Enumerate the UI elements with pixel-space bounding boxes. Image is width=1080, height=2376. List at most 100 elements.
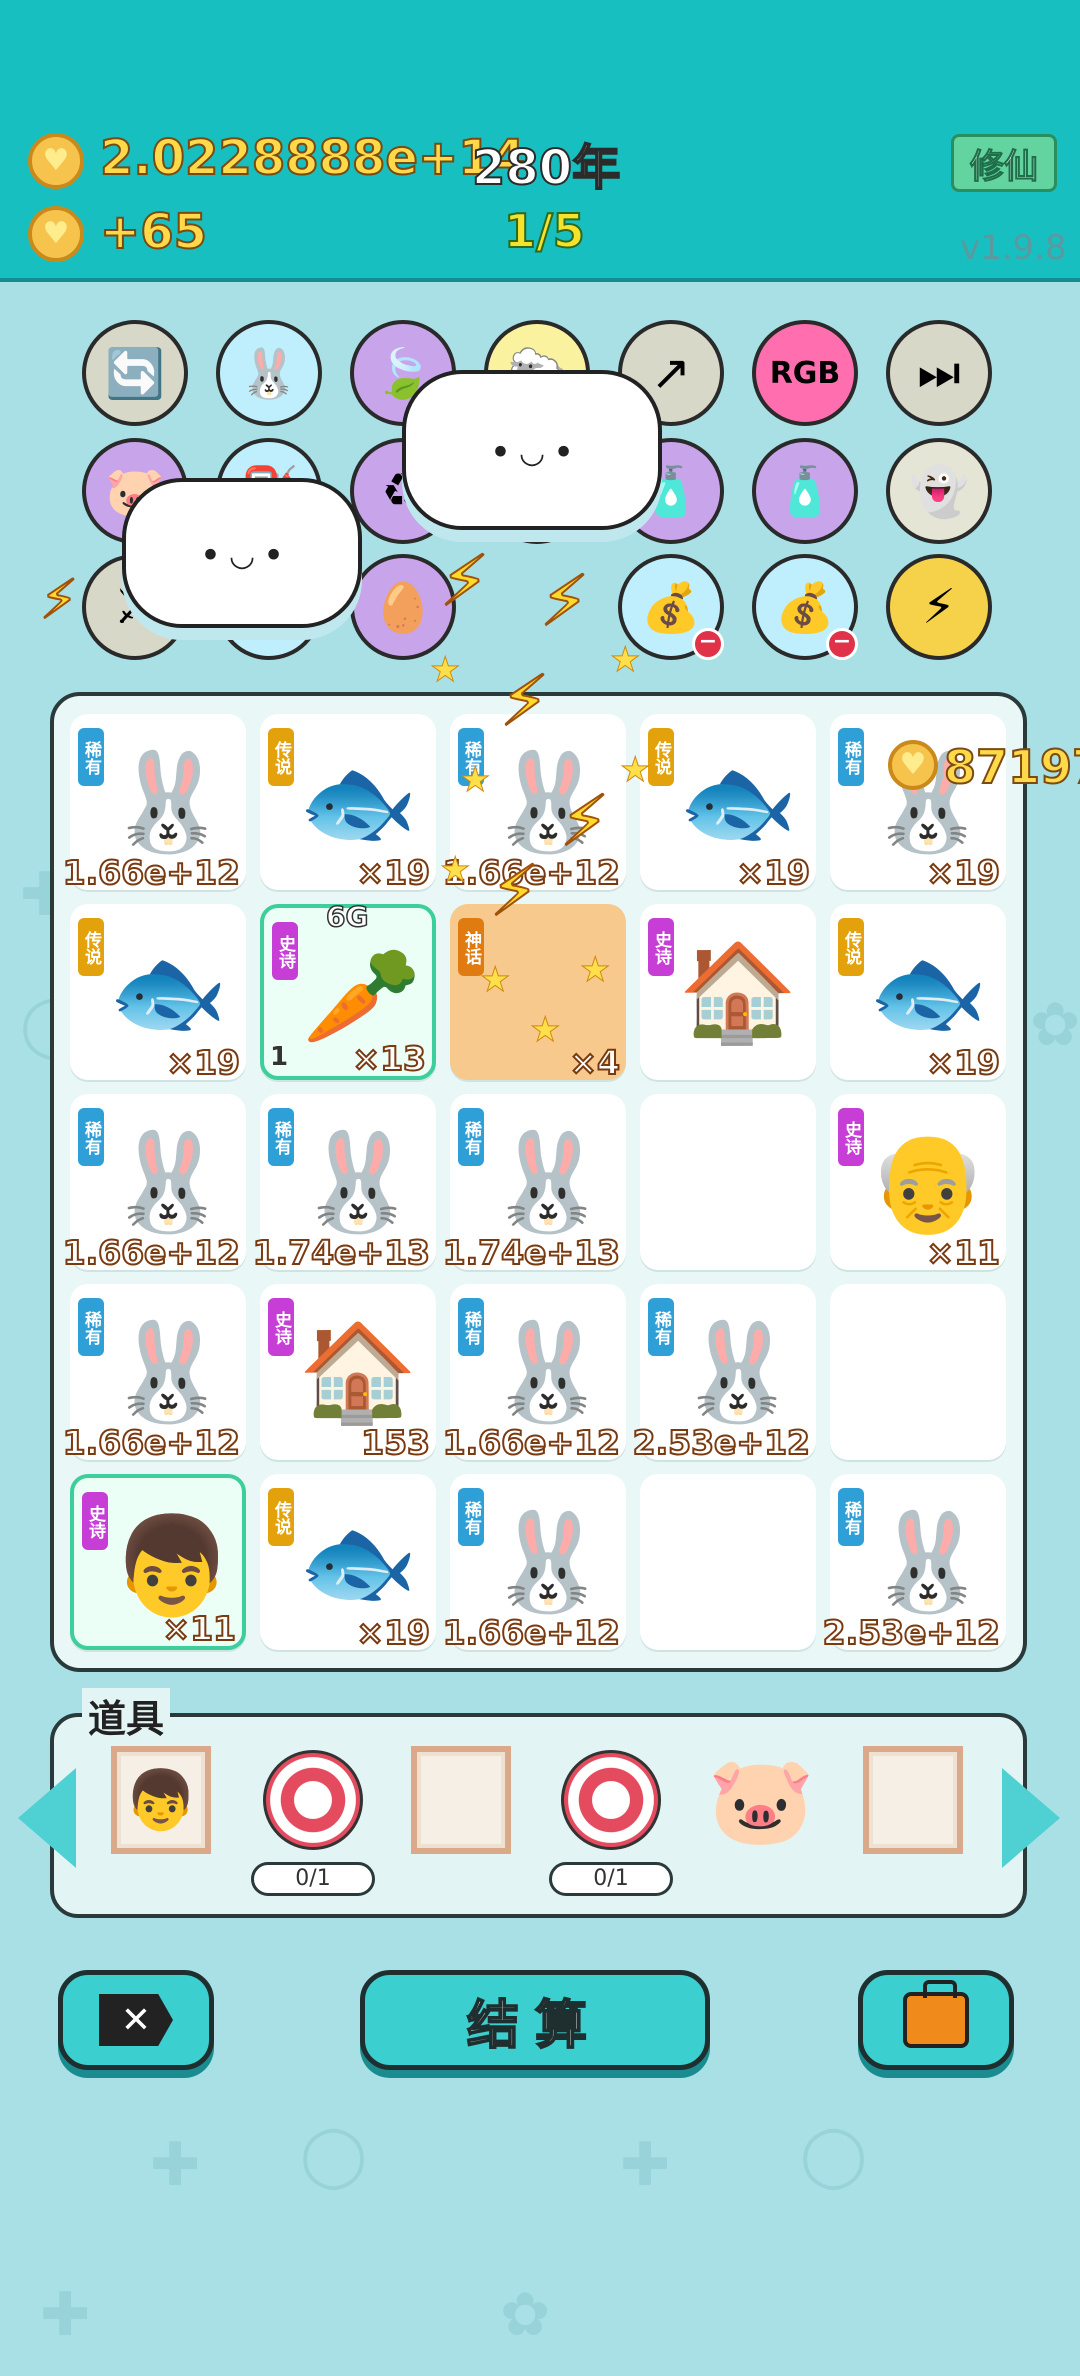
lightning-bolt-icon: ⚡ (439, 539, 490, 623)
board-cell[interactable]: 稀有 🐰 1.74e+13 (252, 1094, 436, 1273)
unit-count: ×19 (925, 1042, 1001, 1083)
rabbit-icon: 🐰 (239, 345, 299, 402)
income-rate: +65 (99, 203, 208, 261)
prop-item[interactable]: 👦 (106, 1745, 216, 1855)
lightning-bolt-icon: ⚡ (559, 779, 610, 863)
rarity-tag: 传说 (268, 728, 294, 786)
unit-count: ×19 (355, 852, 431, 893)
bg-circle-icon: ◯ (300, 2120, 368, 2190)
skill-bottle2-button[interactable]: 🧴 (752, 438, 858, 544)
unit-art-icon: 🐰 (108, 746, 228, 858)
board-cell[interactable]: 稀有 🐰 1.66e+12 (442, 1474, 626, 1653)
skill-ghost-button[interactable]: 👻 (886, 438, 992, 544)
rarity-tag: 传说 (648, 728, 674, 786)
skill-refresh-button[interactable]: 🔄 (82, 320, 188, 426)
board-cell[interactable]: 史诗 🏠 (640, 904, 816, 1080)
board-cell[interactable] (640, 1094, 816, 1270)
picture-frame-icon (411, 1746, 511, 1854)
prop-item[interactable]: 🐷 (706, 1745, 816, 1855)
skill-skip-button[interactable]: ⏭ (886, 320, 992, 426)
unit-count: ×4 (568, 1042, 621, 1083)
prop-item[interactable] (858, 1745, 968, 1855)
unit-art-icon: 🐰 (108, 1316, 228, 1428)
rarity-tag: 稀有 (78, 1298, 104, 1356)
board-cell[interactable]: 稀有 🐰 1.66e+12 (62, 1094, 246, 1273)
rarity-tag: 稀有 (648, 1298, 674, 1356)
board-cell[interactable]: 稀有 🐰 1.66e+12 (62, 1284, 246, 1463)
unit-count: ×11 (925, 1232, 1001, 1273)
settle-button[interactable]: 结算 (360, 1970, 710, 2070)
minus-badge-icon: − (692, 628, 724, 660)
star-icon: ★ (609, 640, 641, 681)
rarity-tag: 稀有 (838, 1488, 864, 1546)
board-cell[interactable]: 传说 🐟 ×19 (70, 904, 246, 1083)
prop-item[interactable]: 1 (258, 1745, 368, 1855)
star-icon: ★ (439, 850, 471, 891)
board-cell[interactable]: 史诗 🥕 6G 1 ×13 (260, 899, 436, 1080)
unit-count: ×13 (351, 1038, 427, 1079)
props-prev-arrow[interactable] (18, 1768, 76, 1868)
board-cell[interactable] (640, 1474, 816, 1650)
prop-item[interactable] (406, 1745, 516, 1855)
star-icon: ★ (579, 950, 611, 991)
unit-art-icon: 🏠 (678, 936, 798, 1048)
settle-label: 结算 (466, 1995, 603, 2057)
coin-total: 2.0228888e+14 (99, 129, 526, 187)
board-cell[interactable]: 稀有 🐰 1.66e+12 (62, 714, 246, 893)
skill-lightning-button[interactable]: ⚡ (886, 554, 992, 660)
target-icon: 6 (561, 1750, 661, 1850)
bg-flower-icon: ✿ (1030, 990, 1080, 1060)
unit-art-icon: 🐟 (108, 936, 228, 1048)
board-cell[interactable]: 传说 🐟 ×19 (260, 1474, 436, 1653)
board-cell[interactable]: 传说 🐟 ×19 (260, 714, 436, 893)
board-cell[interactable] (830, 1284, 1006, 1460)
board-cell[interactable]: 传说 🐟 ×19 (830, 904, 1006, 1083)
skill-bag-minus2-button[interactable]: 💰 − (752, 554, 858, 660)
unit-count: 1.66e+12 (442, 1422, 621, 1463)
rarity-tag: 稀有 (458, 1108, 484, 1166)
rarity-tag: 传说 (268, 1488, 294, 1546)
lightning-bolt-icon: ⚡ (539, 559, 590, 643)
board-cell[interactable]: 稀有 🐰 2.53e+12 (632, 1284, 816, 1463)
unit-art-icon: 🐰 (868, 1506, 988, 1618)
cultivation-button[interactable]: 修仙 (951, 134, 1057, 192)
rarity-tag: 史诗 (838, 1108, 864, 1166)
close-button[interactable]: ✕ (58, 1970, 214, 2070)
board-cell[interactable]: 史诗 👦 ×11 (70, 1474, 246, 1650)
board-cell[interactable]: 史诗 🏠 153 (260, 1284, 436, 1463)
lightning-icon: ⚡ (922, 579, 956, 635)
unit-count: ×19 (735, 852, 811, 893)
rarity-tag: 稀有 (458, 1298, 484, 1356)
unit-count: 1.74e+13 (252, 1232, 431, 1273)
arrow-icon: ↗ (650, 345, 692, 401)
star-icon: ★ (529, 1010, 561, 1051)
rarity-tag: 稀有 (268, 1108, 294, 1166)
unit-count: 2.53e+12 (822, 1612, 1001, 1653)
skill-rabbit-button[interactable]: 🐰 (216, 320, 322, 426)
unit-count: ×11 (161, 1608, 237, 1649)
skill-rgb-button[interactable]: RGB (752, 320, 858, 426)
star-icon: ★ (429, 650, 461, 691)
inventory-button[interactable] (858, 1970, 1014, 2070)
income-coin-icon (28, 206, 84, 262)
lightning-bolt-icon: ⚡ (489, 849, 540, 933)
board-cell[interactable]: 稀有 🐰 1.66e+12 (442, 1284, 626, 1463)
rarity-tag: 稀有 (458, 1488, 484, 1546)
unit-art-icon: 🐟 (868, 936, 988, 1048)
rarity-tag: 传说 (78, 918, 104, 976)
board-cell[interactable]: 史诗 👴 ×11 (830, 1094, 1006, 1273)
coin-icon (28, 133, 84, 189)
unit-count: 1.66e+12 (62, 1232, 241, 1273)
props-next-arrow[interactable] (1002, 1768, 1060, 1868)
skip-icon: ⏭ (917, 344, 961, 401)
star-icon: ★ (459, 760, 491, 801)
unit-art-icon: 🐟 (298, 1506, 418, 1618)
board-cell[interactable]: 稀有 🐰 1.74e+13 (442, 1094, 626, 1273)
rarity-tag: 史诗 (648, 918, 674, 976)
board-cell[interactable]: 传说 🐟 ×19 (640, 714, 816, 893)
board-cell[interactable]: 稀有 🐰 2.53e+12 (822, 1474, 1006, 1653)
picture-frame-icon: 👦 (111, 1746, 211, 1854)
unit-art-icon: 🐟 (298, 746, 418, 858)
prop-item[interactable]: 6 (556, 1745, 666, 1855)
version-label: v1.9.8 (960, 228, 1067, 268)
